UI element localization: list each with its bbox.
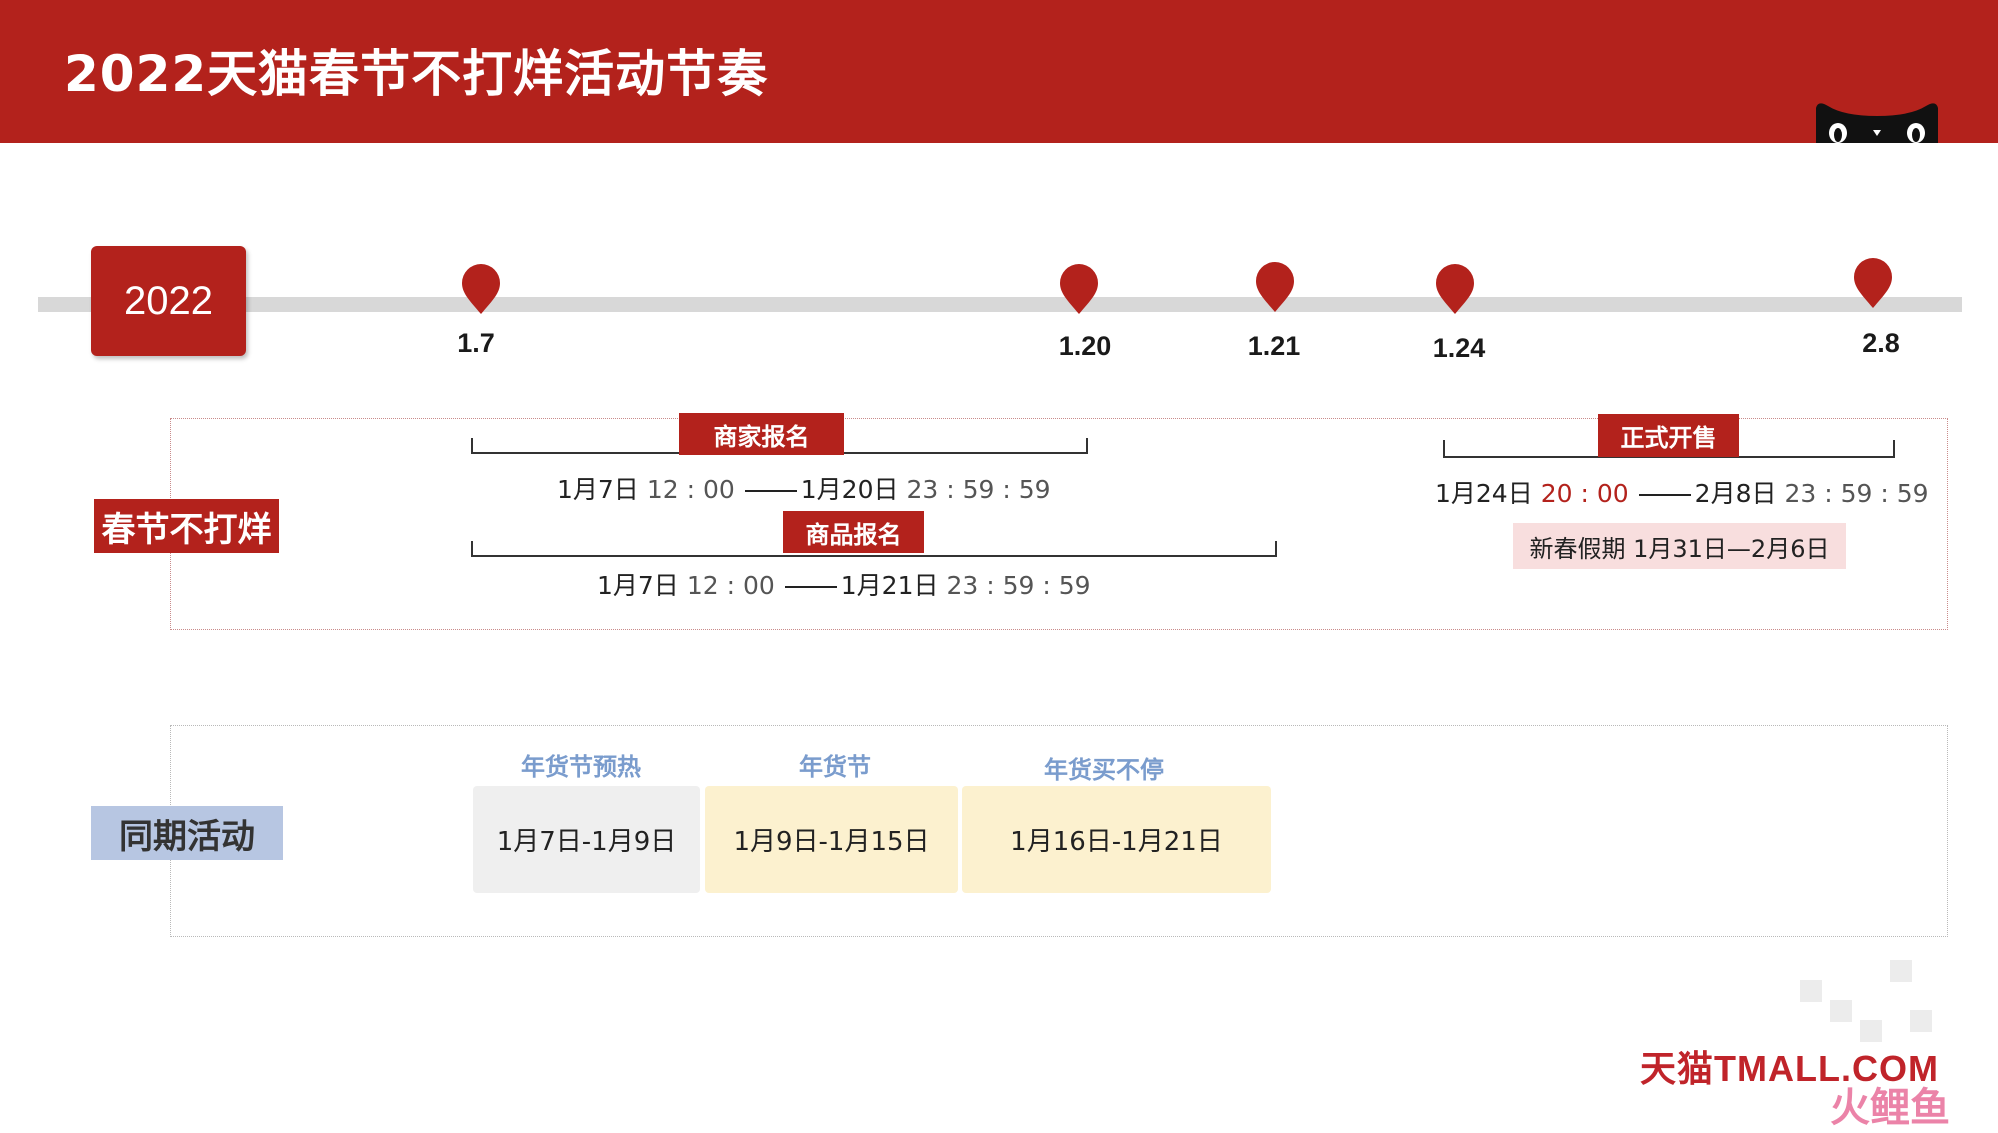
merchant-signup-range: 1月7日 12 : 00 1月20日 23 : 59 : 59 [557, 470, 1059, 506]
event-period: 1月7日-1月9日 [473, 786, 700, 893]
merchant-signup-tag: 商家报名 [679, 413, 844, 455]
timeline-marker-icon [1256, 262, 1294, 312]
event-period: 1月16日-1月21日 [962, 786, 1271, 893]
start-time: 20 : 00 [1540, 479, 1629, 508]
event-period: 1月9日-1月15日 [705, 786, 958, 893]
event-title: 年货买不停 [1044, 756, 1164, 784]
holiday-note: 新春假期 1月31日—2月6日 [1513, 523, 1846, 569]
end-time: 23 : 59 : 59 [906, 475, 1051, 504]
start-date: 1月7日 [597, 571, 679, 600]
timeline-date: 1.21 [1247, 331, 1301, 361]
end-date: 2月8日 [1694, 479, 1777, 508]
end-time: 23 : 59 : 59 [1784, 479, 1929, 508]
range-dash [1638, 494, 1691, 496]
timeline-date: 1.24 [1432, 333, 1486, 363]
decorative-square [1860, 1020, 1882, 1042]
page-title: 2022天猫春节不打烊活动节奏 [64, 45, 769, 103]
timeline-marker-icon [1436, 264, 1474, 314]
timeline-marker-icon [1854, 258, 1892, 308]
product-signup-range: 1月7日 12 : 00 1月21日 23 : 59 : 59 [597, 566, 1099, 602]
timeline-track [38, 297, 1962, 312]
timeline-date: 1.7 [457, 328, 495, 358]
official-sale-range: 1月24日 20 : 00 2月8日 23 : 59 : 59 [1435, 474, 1937, 510]
official-sale-tag: 正式开售 [1598, 414, 1739, 457]
event-title: 年货节 [799, 753, 871, 781]
spring-festival-label: 春节不打烊 [94, 499, 279, 553]
year-badge: 2022 [91, 246, 246, 356]
event-title: 年货节预热 [521, 753, 641, 781]
timeline-marker-icon [462, 264, 500, 314]
start-time: 12 : 00 [646, 475, 735, 504]
range-dash [744, 490, 797, 492]
product-signup-tag: 商品报名 [783, 511, 924, 553]
timeline-date: 1.20 [1058, 331, 1112, 361]
tmall-cat-icon [1816, 103, 1938, 143]
end-time: 23 : 59 : 59 [946, 571, 1091, 600]
watermark: 火鲤鱼 [1830, 1085, 1950, 1131]
end-date: 1月20日 [800, 475, 899, 504]
decorative-square [1830, 1000, 1852, 1022]
timeline-date: 2.8 [1862, 328, 1900, 358]
timeline-marker-icon [1060, 264, 1098, 314]
concurrent-activities-label: 同期活动 [91, 806, 283, 860]
decorative-square [1800, 980, 1822, 1002]
start-date: 1月24日 [1435, 479, 1533, 508]
start-time: 12 : 00 [686, 571, 775, 600]
start-date: 1月7日 [557, 475, 639, 504]
end-date: 1月21日 [840, 571, 939, 600]
decorative-square [1890, 960, 1912, 982]
range-dash [784, 586, 837, 588]
decorative-square [1910, 1010, 1932, 1032]
